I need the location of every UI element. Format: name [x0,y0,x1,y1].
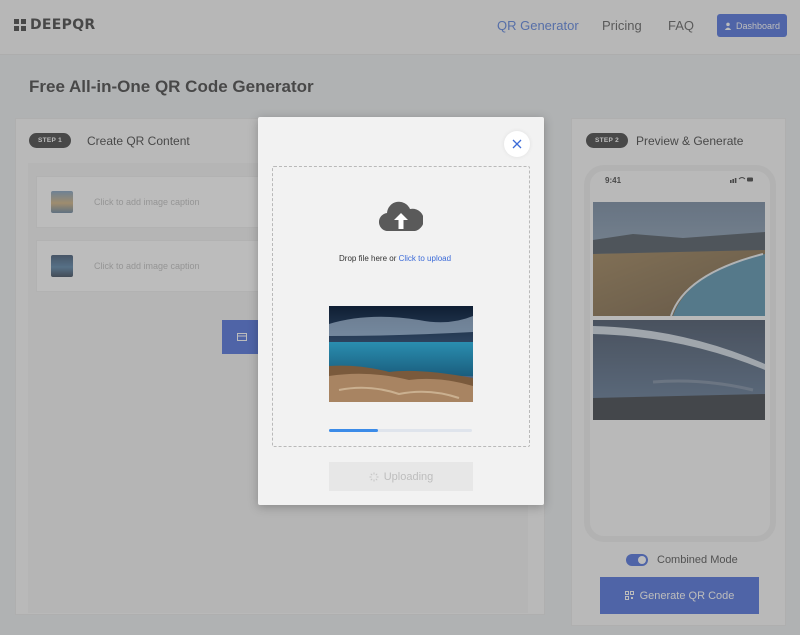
close-icon [512,139,522,149]
close-button[interactable] [504,131,530,157]
upload-progress-bar [329,429,472,432]
uploaded-image-preview [329,306,473,402]
click-to-upload-link[interactable]: Click to upload [399,254,451,263]
spinner-icon [369,472,379,481]
upload-progress-fill [329,429,378,432]
drop-text: Drop file here or [339,254,397,263]
drop-instructions: Drop file here or Click to upload [339,254,451,263]
uploading-label: Uploading [383,470,434,483]
uploading-button[interactable]: Uploading [329,462,473,491]
cloud-upload-icon [379,201,423,232]
